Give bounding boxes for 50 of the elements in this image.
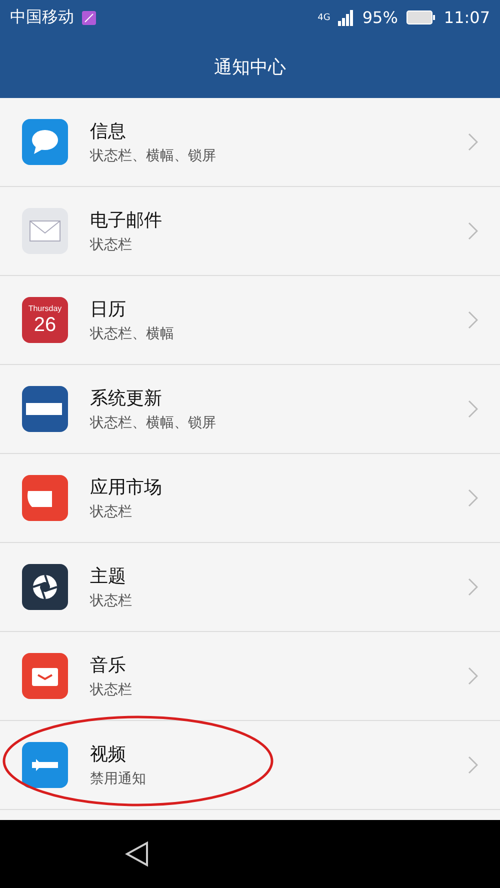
chevron-icon [468, 667, 478, 685]
chevron-icon [468, 222, 478, 240]
chevron-icon [468, 489, 478, 507]
signal-icon [338, 10, 354, 26]
clock-time: 11:07 [444, 8, 490, 27]
app-icon [22, 653, 68, 699]
page-title: 通知中心 [214, 56, 286, 78]
chevron-icon [468, 578, 478, 596]
app-icon [22, 208, 68, 254]
notification-setting: 状态栏、横幅、锁屏 [90, 414, 217, 432]
app-name: 应用市场 [90, 476, 163, 499]
app-icon [22, 475, 68, 521]
battery-percent: 95% [362, 8, 398, 27]
app-row[interactable]: 视频 禁用通知 [0, 721, 500, 810]
app-name: 信息 [90, 120, 127, 143]
app-name: 电子邮件 [90, 209, 163, 232]
notification-setting: 状态栏 [90, 503, 133, 521]
app-row[interactable]: 主题 状态栏 [0, 543, 500, 632]
notification-setting: 状态栏 [90, 236, 133, 254]
app-row[interactable]: 系统更新 状态栏、横幅、锁屏 [0, 365, 500, 454]
notification-setting: 状态栏、横幅、锁屏 [90, 147, 217, 165]
notification-setting: 状态栏、横幅 [90, 325, 175, 343]
app-row[interactable]: 音乐 状态栏 [0, 632, 500, 721]
battery-icon [406, 10, 436, 25]
app-name: 音乐 [90, 654, 127, 677]
app-row[interactable]: Thursday 26 日历 状态栏、横幅 [0, 276, 500, 365]
network-type: 4G [318, 12, 330, 22]
app-icon [22, 742, 68, 788]
notification-icon [82, 10, 96, 24]
app-name: 日历 [90, 298, 127, 321]
app-name: 主题 [90, 565, 127, 588]
carrier-name: 中国移动 [10, 7, 74, 28]
app-row[interactable]: 信息 状态栏、横幅、锁屏 [0, 98, 500, 187]
app-row[interactable]: 应用市场 状态栏 [0, 454, 500, 543]
chevron-icon [468, 400, 478, 418]
back-icon[interactable] [125, 841, 149, 867]
notification-setting: 状态栏 [90, 681, 133, 699]
app-icon [22, 386, 68, 432]
notification-setting: 禁用通知 [90, 770, 147, 788]
chevron-icon [468, 756, 478, 774]
app-name: 视频 [90, 743, 127, 766]
calendar-date: 26 [34, 315, 56, 335]
chevron-icon [468, 133, 478, 151]
app-row[interactable]: 电子邮件 状态栏 [0, 187, 500, 276]
app-icon [22, 564, 68, 610]
calendar-day: Thursday [28, 305, 62, 313]
notification-setting: 状态栏 [90, 592, 133, 610]
chevron-icon [468, 311, 478, 329]
app-icon [22, 119, 68, 165]
app-name: 系统更新 [90, 387, 163, 410]
